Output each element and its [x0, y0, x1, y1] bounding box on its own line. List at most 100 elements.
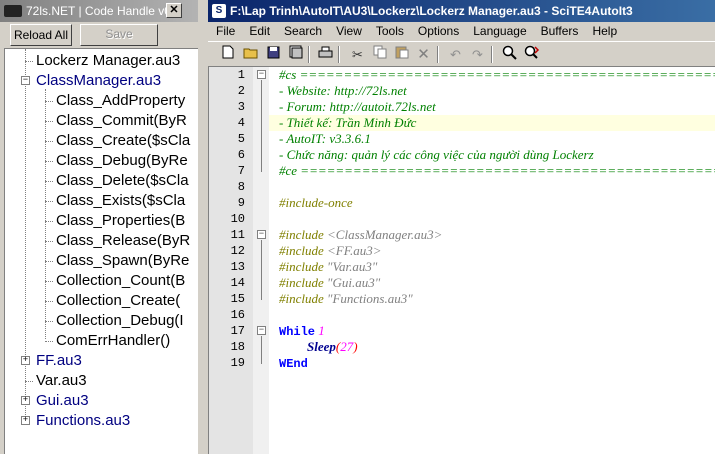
code-handle-titlebar[interactable]: 72ls.NET | Code Handle v0. ✕	[0, 0, 206, 22]
copy-icon[interactable]	[370, 45, 389, 64]
tree-line	[45, 221, 53, 222]
tree-line	[45, 241, 53, 242]
menu-tools[interactable]: Tools	[368, 22, 410, 41]
menu-edit[interactable]: Edit	[241, 22, 276, 41]
find-icon[interactable]	[500, 45, 519, 64]
string-token: <FF.au3>	[327, 243, 382, 258]
fold-collapse-icon[interactable]: −	[257, 326, 266, 335]
tree-item-var[interactable]: Var.au3	[36, 371, 87, 391]
preproc-token: #include	[279, 227, 324, 242]
code-line: #include "Gui.au3"	[279, 275, 380, 291]
tree-line	[45, 181, 53, 182]
collapse-icon[interactable]: −	[21, 76, 30, 85]
tree-item-classmanager[interactable]: ClassManager.au3	[36, 71, 161, 91]
code-line: #include "Var.au3"	[279, 259, 377, 275]
file-tree[interactable]: Lockerz Manager.au3 − ClassManager.au3 C…	[4, 48, 198, 454]
paste-icon[interactable]	[392, 45, 411, 64]
line-number: 4	[237, 116, 245, 130]
open-folder-icon[interactable]	[241, 45, 260, 64]
tree-line	[45, 261, 53, 262]
fold-collapse-icon[interactable]: −	[257, 230, 266, 239]
reload-all-button[interactable]: Reload All	[10, 24, 72, 46]
fold-collapse-icon[interactable]: −	[257, 70, 266, 79]
expand-icon[interactable]: +	[21, 396, 30, 405]
new-file-icon[interactable]	[218, 45, 237, 64]
line-number: 12	[230, 244, 245, 258]
tree-item-function[interactable]: Class_Exists($sCla	[56, 191, 185, 211]
delete-icon[interactable]: ✕	[414, 45, 433, 64]
string-token: "Functions.au3"	[327, 291, 413, 306]
tree-item-function[interactable]: Class_Debug(ByRe	[56, 151, 188, 171]
operator-token: )	[353, 339, 358, 354]
tree-item-function[interactable]: Class_Delete($sCla	[56, 171, 189, 191]
tree-item-function[interactable]: ComErrHandler()	[56, 331, 170, 351]
save-selected-button[interactable]: Save Selected	[80, 24, 158, 60]
menu-search[interactable]: Search	[276, 22, 328, 41]
line-number: 9	[237, 196, 245, 210]
tree-item-function[interactable]: Class_Create($sCla	[56, 131, 190, 151]
menu-help[interactable]: Help	[584, 22, 623, 41]
code-line: WEnd	[279, 355, 308, 371]
print-icon[interactable]	[316, 45, 335, 64]
window-title: F:\Lap Trinh\AutoIT\AU3\Lockerz\Lockerz …	[230, 4, 633, 18]
menu-buffers[interactable]: Buffers	[533, 22, 585, 41]
replace-icon[interactable]	[522, 45, 541, 64]
code-line: #ce ====================================…	[279, 163, 715, 178]
line-number: 19	[230, 356, 245, 370]
scite-app-icon: S	[212, 4, 226, 18]
fold-line	[261, 80, 262, 172]
tree-item-function[interactable]: Class_Release(ByR	[56, 231, 190, 251]
code-editor[interactable]: 1 2 3 4 5 6 7 8 9 10 11 12 13 14 15 16 1…	[208, 66, 715, 454]
tree-item-lockerz-manager[interactable]: Lockerz Manager.au3	[36, 51, 180, 71]
preproc-token: #include	[279, 275, 324, 290]
code-line: While 1	[279, 323, 325, 339]
keyword-token: WEnd	[279, 357, 308, 371]
tree-item-ff[interactable]: FF.au3	[36, 351, 82, 371]
tree-line	[45, 121, 53, 122]
code-handle-window: 72ls.NET | Code Handle v0. ✕ Reload All …	[0, 0, 206, 454]
menu-options[interactable]: Options	[410, 22, 465, 41]
tree-item-gui[interactable]: Gui.au3	[36, 391, 89, 411]
tree-item-function[interactable]: Collection_Count(B	[56, 271, 185, 291]
line-number: 7	[237, 164, 245, 178]
expand-icon[interactable]: +	[21, 356, 30, 365]
undo-icon[interactable]: ↶	[446, 45, 465, 64]
left-toolbar: Reload All Save Selected	[0, 22, 206, 60]
menu-bar: File Edit Search View Tools Options Lang…	[208, 22, 715, 41]
expand-icon[interactable]: +	[21, 416, 30, 425]
line-number: 5	[237, 132, 245, 146]
line-number: 11	[230, 228, 245, 242]
tree-item-function[interactable]: Class_Spawn(ByRe	[56, 251, 189, 271]
tree-line	[45, 101, 53, 102]
close-icon[interactable]: ✕	[166, 3, 182, 18]
menu-language[interactable]: Language	[465, 22, 532, 41]
line-number: 2	[237, 84, 245, 98]
tree-item-function[interactable]: Collection_Create(	[56, 291, 180, 311]
save-icon[interactable]	[264, 45, 283, 64]
tree-line	[45, 201, 53, 202]
scite-titlebar[interactable]: S F:\Lap Trinh\AutoIT\AU3\Lockerz\Locker…	[208, 0, 715, 22]
number-token: 1	[318, 323, 325, 338]
menu-view[interactable]: View	[328, 22, 368, 41]
line-number: 1	[237, 68, 245, 82]
menu-file[interactable]: File	[208, 22, 241, 41]
tree-item-function[interactable]: Class_Properties(B	[56, 211, 185, 231]
fold-line	[261, 336, 262, 364]
cut-icon[interactable]: ✂	[348, 45, 367, 64]
line-number: 8	[237, 180, 245, 194]
save-all-icon[interactable]	[286, 45, 305, 64]
tree-item-function[interactable]: Collection_Debug(I	[56, 311, 184, 331]
code-line: #include <ClassManager.au3>	[279, 227, 442, 243]
string-token: "Gui.au3"	[327, 275, 381, 290]
splitter[interactable]	[198, 0, 206, 454]
line-number: 3	[237, 100, 245, 114]
scite-window: S F:\Lap Trinh\AutoIT\AU3\Lockerz\Locker…	[208, 0, 715, 454]
tree-item-function[interactable]: Class_AddProperty	[56, 91, 185, 111]
redo-icon[interactable]: ↷	[468, 45, 487, 64]
tree-item-function[interactable]: Class_Commit(ByR	[56, 111, 187, 131]
code-line: Sleep(27)	[307, 339, 358, 355]
code-line: #cs ====================================…	[279, 67, 715, 82]
tree-item-functions[interactable]: Functions.au3	[36, 411, 130, 431]
toolbar-separator	[338, 46, 340, 63]
string-token: "Var.au3"	[327, 259, 378, 274]
